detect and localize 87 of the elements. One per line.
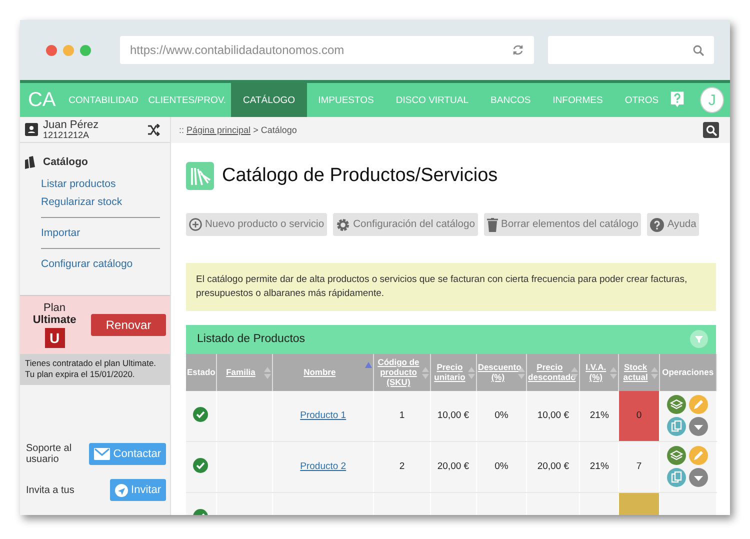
sidebar-link[interactable]: Configurar catálogo xyxy=(20,255,170,273)
table-cell: 2 xyxy=(399,461,405,472)
support-label: Soporte al usuario xyxy=(26,443,73,465)
column-header[interactable]: Descuento (%) xyxy=(476,354,527,391)
nav-tab[interactable]: IMPUESTOS xyxy=(307,83,385,117)
stock-cell: 0 xyxy=(618,390,660,442)
table-cell: 21% xyxy=(590,410,609,422)
toolbar-button[interactable]: Configuración del catálogo xyxy=(333,213,478,236)
column-header[interactable]: Precio descontado xyxy=(526,354,580,391)
plan-label: Plan xyxy=(44,302,66,314)
nav-tab[interactable]: INFORMES xyxy=(542,83,614,117)
table-cell: 20,00 € xyxy=(537,461,570,472)
filter-icon[interactable] xyxy=(690,330,708,348)
table-cell: 10,00 € xyxy=(437,410,470,422)
table-cell: 0% xyxy=(494,461,508,472)
toolbar-button[interactable]: Nuevo producto o servicio xyxy=(186,213,328,236)
nav-tab[interactable]: OTROS xyxy=(614,83,670,117)
app-logo[interactable]: CA xyxy=(20,83,64,117)
caret-down-icon[interactable] xyxy=(689,417,708,436)
trash-icon xyxy=(487,218,498,232)
address-bar[interactable]: https://www.contabilidadautonomos.com xyxy=(120,36,534,64)
layers-icon[interactable] xyxy=(667,395,686,414)
sidebar-link[interactable]: Regularizar stock xyxy=(20,193,170,211)
nav-tab[interactable]: CLIENTES/PROV. xyxy=(143,83,231,117)
sort-ascending-icon[interactable] xyxy=(365,362,372,368)
toolbar-button[interactable]: Ayuda xyxy=(647,213,700,236)
search-icon xyxy=(693,44,704,56)
reload-icon[interactable] xyxy=(512,44,524,56)
id-card-icon xyxy=(25,123,38,136)
shuffle-icon[interactable] xyxy=(147,124,160,136)
table-cell: 0% xyxy=(494,410,508,422)
table-cell: 10,00 € xyxy=(537,410,570,422)
copy-icon[interactable] xyxy=(667,417,686,436)
nav-tab[interactable]: CATÁLOGO xyxy=(230,83,308,117)
send-icon xyxy=(115,484,128,496)
help-circle-icon xyxy=(650,218,664,232)
column-header[interactable]: I.V.A. (%) xyxy=(580,354,619,391)
browser-search-field[interactable] xyxy=(548,36,714,64)
column-header[interactable]: Familia xyxy=(216,354,272,391)
product-link[interactable]: Producto 2 xyxy=(300,461,346,472)
layers-icon[interactable] xyxy=(667,446,686,466)
section-title: Catálogo xyxy=(43,156,88,168)
column-header[interactable]: Precio unitario xyxy=(430,354,476,391)
settings-icon xyxy=(336,218,350,232)
column-header[interactable]: Nombre xyxy=(272,354,374,391)
minimize-dot-icon[interactable] xyxy=(63,44,74,56)
envelope-icon xyxy=(94,448,110,460)
plan-name: Ultimate xyxy=(32,314,76,326)
contact-button[interactable]: Contactar xyxy=(89,443,166,465)
breadcrumb: :: Página principal > Catálogo xyxy=(179,125,297,135)
pencil-icon[interactable] xyxy=(689,446,708,466)
column-header: Estado xyxy=(186,354,216,391)
plan-badge: U xyxy=(44,328,65,348)
table-cell: 21% xyxy=(590,461,609,472)
column-header[interactable]: Stock actual xyxy=(618,354,660,391)
product-link[interactable]: Producto 1 xyxy=(300,410,346,422)
user-avatar[interactable]: J xyxy=(700,87,724,113)
nav-tab[interactable]: DISCO VIRTUAL xyxy=(384,83,480,117)
table-cell: 1 xyxy=(399,410,405,422)
plus-circle-icon xyxy=(189,218,202,231)
copy-icon[interactable] xyxy=(667,468,686,488)
stock-cell: 7 xyxy=(618,441,660,492)
info-message: El catálogo permite dar de alta productos o servicios que se facturan con cierta frecuencia para poder crear facturas, presupuestos o albaranes más rápidamente. xyxy=(186,263,716,311)
renew-button[interactable]: Renovar xyxy=(91,314,166,336)
page-title: Catálogo de Productos/Servicios xyxy=(222,165,498,187)
catalog-icon xyxy=(186,162,214,190)
breadcrumb-link[interactable]: Página principal xyxy=(186,125,251,135)
sidebar-link[interactable]: Listar productos xyxy=(20,175,170,193)
user-name: Juan Pérez xyxy=(43,118,100,131)
toolbar-button[interactable]: Borrar elementos del catálogo xyxy=(484,213,642,236)
close-dot-icon[interactable] xyxy=(46,44,57,56)
nav-tab[interactable]: CONTABILIDAD xyxy=(64,83,144,117)
user-tax-id: 12121212A xyxy=(43,130,90,140)
nav-tab[interactable]: BANCOS xyxy=(480,83,542,117)
column-header: Operaciones xyxy=(659,354,716,391)
table-cell: 20,00 € xyxy=(437,461,470,472)
support-label: Invita a tus xyxy=(26,484,76,496)
help-icon[interactable] xyxy=(670,90,684,110)
pencil-icon[interactable] xyxy=(689,395,708,414)
invite-button[interactable]: Invitar xyxy=(110,479,166,501)
maximize-dot-icon[interactable] xyxy=(80,44,91,56)
sidebar-link[interactable]: Importar xyxy=(20,224,170,242)
plan-note: Tienes contratado el plan Ultimate. Tu plan expira el 15/01/2020. xyxy=(20,354,170,385)
caret-down-icon[interactable] xyxy=(689,468,708,488)
column-header[interactable]: Código de producto (SKU) xyxy=(374,354,430,391)
table-title: Listado de Productos xyxy=(197,333,306,346)
search-button[interactable] xyxy=(703,122,719,138)
